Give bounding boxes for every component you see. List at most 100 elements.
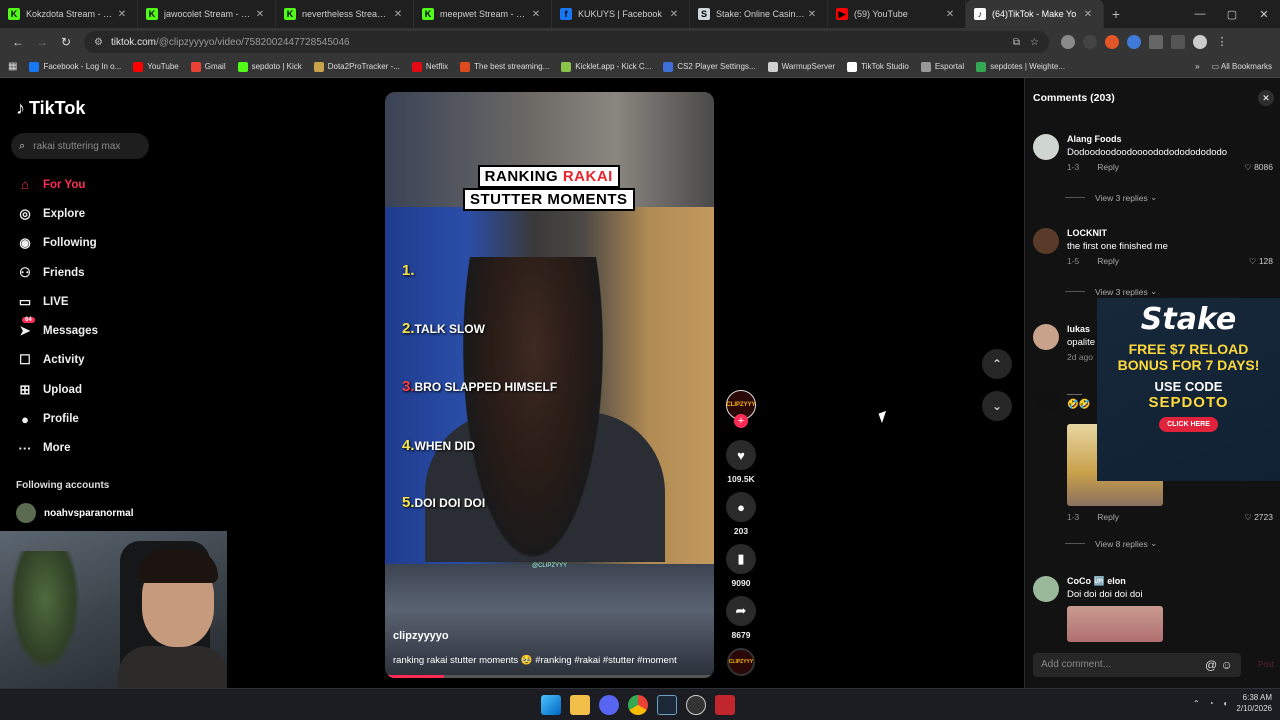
file-explorer-icon[interactable] bbox=[570, 695, 590, 715]
sidebar-item-messages[interactable]: ➤ 64 Messages bbox=[16, 316, 98, 345]
browser-tab[interactable]: ▶ (59) YouTube ✕ bbox=[828, 0, 966, 28]
chevron-down-icon[interactable]: ⌄ bbox=[982, 391, 1012, 421]
bookmark-item[interactable]: Gmail bbox=[190, 61, 226, 72]
browser-tab[interactable]: f KUKUYS | Facebook ✕ bbox=[552, 0, 690, 28]
search-input[interactable]: ⌕ rakai stuttering max bbox=[11, 133, 149, 159]
sidebar-item-upload[interactable]: ⊞ Upload bbox=[16, 375, 98, 404]
volume-icon[interactable]: ◖ bbox=[1223, 699, 1228, 708]
follow-plus-button[interactable]: + bbox=[734, 414, 748, 428]
network-icon[interactable]: ◔ bbox=[1209, 699, 1214, 708]
sidebar-item-for-you[interactable]: ⌂ For You bbox=[16, 170, 98, 199]
bookmark-item[interactable]: YouTube bbox=[133, 61, 179, 72]
sidebar-item-friends[interactable]: ⚇ Friends bbox=[16, 258, 98, 287]
sidebar-item-live[interactable]: ▭ LIVE bbox=[16, 287, 98, 316]
obs-icon[interactable] bbox=[686, 695, 706, 715]
ad-cta-button[interactable]: CLICK HERE bbox=[1159, 417, 1218, 432]
reload-button[interactable]: ↻ bbox=[54, 35, 78, 49]
bookmarks-overflow-icon[interactable]: » bbox=[1195, 62, 1199, 71]
tiktok-logo[interactable]: ♪ TikTok bbox=[16, 98, 85, 119]
browser-tab[interactable]: Kjawocolet Stream - Watch✕ bbox=[138, 0, 276, 28]
like-action[interactable]: ♥ 109.5K bbox=[722, 440, 760, 484]
tab-close-icon[interactable]: ✕ bbox=[115, 9, 129, 20]
extension-icon[interactable] bbox=[1083, 35, 1097, 49]
windows-start-icon[interactable] bbox=[541, 695, 561, 715]
app-icon[interactable] bbox=[715, 695, 735, 715]
tab-close-icon[interactable]: ✕ bbox=[391, 9, 405, 20]
bookmark-item[interactable]: Facebook - Log In o... bbox=[29, 61, 121, 72]
avatar[interactable] bbox=[1033, 228, 1059, 254]
chrome-icon[interactable] bbox=[628, 695, 648, 715]
comment-author[interactable]: Alang Foods bbox=[1067, 134, 1122, 144]
comment-author[interactable]: ___ bbox=[1067, 386, 1082, 396]
bookmark-item[interactable]: CS2 Player Settings... bbox=[663, 61, 756, 72]
comment-likes[interactable]: ♡ 128 bbox=[1249, 256, 1273, 267]
bookmark-item[interactable]: WarmupServer bbox=[767, 61, 835, 72]
back-button[interactable]: ← bbox=[6, 35, 30, 49]
comment-author[interactable]: LOCKNIT bbox=[1067, 228, 1107, 238]
comment-likes[interactable]: ♡ 2723 bbox=[1244, 512, 1273, 523]
extension-icon[interactable] bbox=[1105, 35, 1119, 49]
emoji-icon[interactable]: ☺ bbox=[1221, 658, 1233, 672]
video-progress-bar[interactable] bbox=[385, 675, 714, 678]
share-action[interactable]: ➦ 8679 bbox=[722, 596, 760, 640]
tab-close-icon[interactable]: ✕ bbox=[1081, 9, 1095, 20]
close-icon[interactable]: ✕ bbox=[1258, 90, 1274, 106]
new-tab-button[interactable]: + bbox=[1104, 6, 1128, 22]
bookmark-item[interactable]: sepdotes | Weighte... bbox=[976, 61, 1065, 72]
all-bookmarks[interactable]: ▭ All Bookmarks bbox=[1212, 62, 1272, 71]
puzzle-icon[interactable] bbox=[1149, 35, 1163, 49]
comment-image[interactable] bbox=[1067, 606, 1163, 642]
site-info-icon[interactable]: ⚙ bbox=[94, 37, 103, 48]
stake-ad-overlay[interactable]: Stake FREE $7 RELOAD BONUS FOR 7 DAYS! US… bbox=[1097, 298, 1280, 481]
extension-icon[interactable] bbox=[1061, 35, 1075, 49]
save-action[interactable]: ▮ 9090 bbox=[722, 544, 760, 588]
browser-tab[interactable]: S Stake: Online Casino & Sp✕ bbox=[690, 0, 828, 28]
discord-icon[interactable] bbox=[599, 695, 619, 715]
forward-button[interactable]: → bbox=[30, 35, 54, 49]
video-player[interactable]: RANKING RAKAI STUTTER MOMENTS 1. 2.TALK S… bbox=[385, 92, 714, 678]
bookmark-item[interactable]: Kicklet.app - Kick C... bbox=[561, 61, 651, 72]
share-icon[interactable]: ➦ bbox=[726, 596, 756, 626]
browser-tab[interactable]: Kmeepwet Stream - Watch✕ bbox=[414, 0, 552, 28]
avatar[interactable] bbox=[1033, 386, 1059, 412]
bookmark-item[interactable]: Dota2ProTracker -... bbox=[313, 61, 400, 72]
chevron-up-icon[interactable]: ⌃ bbox=[982, 349, 1012, 379]
maximize-button[interactable]: ▢ bbox=[1216, 8, 1248, 21]
bookmark-icon[interactable]: ▮ bbox=[726, 544, 756, 574]
clock[interactable]: 6:38 AM 2/10/2026 bbox=[1236, 692, 1272, 714]
reply-button[interactable]: Reply bbox=[1097, 256, 1119, 266]
sidebar-item-more[interactable]: ··· More bbox=[16, 434, 98, 463]
tab-close-icon[interactable]: ✕ bbox=[805, 9, 819, 20]
tab-close-icon[interactable]: ✕ bbox=[253, 9, 267, 20]
bookmark-star-icon[interactable]: ☆ bbox=[1030, 37, 1039, 48]
apps-grid-icon[interactable]: ▦ bbox=[8, 61, 17, 72]
browser-tab[interactable]: ♪ (64)TikTok - Make Yo ✕ bbox=[966, 0, 1104, 28]
video-author[interactable]: clipzyyyyo bbox=[393, 630, 449, 642]
url-field[interactable]: ⚙ tiktok.com/@clipzyyyyo/video/758200244… bbox=[84, 31, 1049, 53]
view-replies-button[interactable]: View 3 replies ⌄ bbox=[1065, 192, 1157, 203]
comment-author[interactable]: lukas bbox=[1067, 324, 1090, 334]
tray-overflow-icon[interactable]: ⌃ bbox=[1193, 699, 1200, 708]
tab-close-icon[interactable]: ✕ bbox=[943, 9, 957, 20]
comment-icon[interactable]: ● bbox=[726, 492, 756, 522]
browser-tab[interactable]: K Kokzdota Stream - Watch✕ bbox=[0, 0, 138, 28]
comment-author[interactable]: CoCo 🆙 elon bbox=[1067, 576, 1126, 587]
media-icon[interactable] bbox=[1171, 35, 1185, 49]
avatar[interactable] bbox=[1033, 134, 1059, 160]
sidebar-item-following[interactable]: ◉ Following bbox=[16, 229, 98, 258]
avatar[interactable] bbox=[1033, 576, 1059, 602]
sidebar-item-profile[interactable]: ● Profile bbox=[16, 404, 98, 433]
music-disc-icon[interactable]: CLIPZYYY bbox=[727, 648, 755, 676]
bookmark-item[interactable]: sepdoto | Kick bbox=[237, 61, 302, 72]
sidebar-item-explore[interactable]: ◎ Explore bbox=[16, 199, 98, 228]
following-account-item[interactable]: noahvsparanormal bbox=[16, 503, 133, 523]
view-replies-button[interactable]: View 8 replies ⌄ bbox=[1065, 538, 1157, 549]
minimize-button[interactable]: — bbox=[1184, 8, 1216, 20]
post-button[interactable]: Post bbox=[1258, 660, 1274, 669]
comment-action[interactable]: ● 203 bbox=[722, 492, 760, 536]
reply-button[interactable]: Reply bbox=[1097, 162, 1119, 172]
bookmark-item[interactable]: TikTok Studio bbox=[847, 61, 909, 72]
bookmark-item[interactable]: Esportal bbox=[920, 61, 964, 72]
tab-close-icon[interactable]: ✕ bbox=[529, 9, 543, 20]
bookmark-item[interactable]: Netflix bbox=[411, 61, 448, 72]
